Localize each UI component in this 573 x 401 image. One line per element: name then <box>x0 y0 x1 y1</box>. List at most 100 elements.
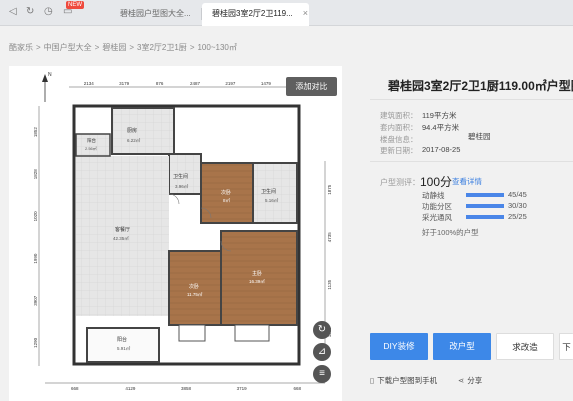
room-name: 卫生间 <box>261 188 276 195</box>
attr-label-update-date: 更新日期： <box>380 146 418 155</box>
dimension-labels-left: 1852 1828 1020 1990 3907 1290 <box>33 127 38 348</box>
compass-icon: N <box>42 72 52 102</box>
community-link[interactable]: 碧桂园 <box>468 131 491 142</box>
breadcrumb: 酷家乐 > 中国户型大全 > 碧桂园 >3室2厅2卫1厨 >100~130㎡ <box>9 42 237 53</box>
new-badge: NEW <box>66 1 84 9</box>
request-renovation-button[interactable]: 求改造 <box>496 333 554 360</box>
refresh-icon[interactable]: ↻ <box>26 6 34 18</box>
breadcrumb-item-area[interactable]: 100~130㎡ <box>197 43 236 52</box>
score-ranking-text: 好于100%的户型 <box>422 228 479 237</box>
room-name: 阳台 <box>87 137 96 144</box>
dimension-labels-top: 213431798762487219714793164 <box>84 81 307 86</box>
rotate-icon[interactable]: ↻ <box>313 321 331 339</box>
dimension-label: 1290 <box>33 337 38 348</box>
breadcrumb-separator: > <box>36 43 41 52</box>
dimension-label: 1828 <box>33 169 38 180</box>
dimension-labels-right: 1875473511351335 <box>327 184 332 337</box>
room-area: 8㎡ <box>223 197 231 203</box>
browser-tab-strip: ◁ ↻ ◷ ▭ NEW 碧桂园户型图大全...× 碧桂园3室2厅2卫119...… <box>0 0 573 26</box>
room-name: 客餐厅 <box>115 226 130 233</box>
floorplan-title: 碧桂园3室2厅2卫1厨119.00㎡户型图 <box>388 79 573 93</box>
dimension-label: 2487 <box>190 81 201 86</box>
dimension-label: 1875 <box>327 184 332 195</box>
metric-bar-fill <box>466 193 504 197</box>
share-icon: ⋖ <box>458 376 465 385</box>
metric-bar-fill <box>466 204 504 208</box>
room-master-bedroom: 主卧 16.39㎡ <box>220 230 298 326</box>
score-label: 户型测评： <box>380 178 420 187</box>
bay-window <box>178 324 206 342</box>
room-area: 16.39㎡ <box>249 278 265 284</box>
breadcrumb-separator: > <box>189 43 195 52</box>
compass-label: N <box>48 72 52 78</box>
breadcrumb-item-floorplans[interactable]: 中国户型大全 <box>44 43 92 52</box>
dimension-label: 668 <box>71 386 79 391</box>
score-value: 100分 <box>420 175 453 189</box>
metric-name: 功能分区 <box>422 202 452 211</box>
room-secondary-bedroom-2: 次卧 11.75㎡ <box>168 250 222 326</box>
tab-label: 碧桂园3室2厅2卫119... <box>212 9 293 18</box>
dimension-label: 3179 <box>119 81 130 86</box>
download-to-phone-link[interactable]: ▯ 下载户型图到手机 <box>370 375 437 386</box>
room-area: 42.35㎡ <box>113 235 129 241</box>
diy-renovate-button[interactable]: DIY装修 <box>370 333 428 360</box>
door-swing <box>168 193 180 205</box>
download-to-phone-label: 下载户型图到手机 <box>377 376 438 385</box>
room-area: 11.75㎡ <box>187 291 203 297</box>
add-compare-button[interactable]: 添加对比 <box>286 77 337 96</box>
back-icon[interactable]: ◁ <box>9 6 17 18</box>
metric-name: 采光通风 <box>422 213 452 222</box>
room-area: 5.16㎡ <box>265 197 279 203</box>
modify-floorplan-button[interactable]: 改户型 <box>433 333 491 360</box>
history-icon[interactable]: ◷ <box>44 6 53 18</box>
room-bathroom-2: 卫生间 5.16㎡ <box>252 162 298 224</box>
divider <box>370 161 573 162</box>
mirror-icon[interactable]: ⊿ <box>313 343 331 361</box>
dimension-label: 1852 <box>33 127 38 138</box>
attr-value-inner-area: 94.4平方米 <box>422 123 460 132</box>
room-balcony-main: 阳台 5.91㎡ <box>86 327 160 363</box>
dimension-label: 1135 <box>327 279 332 289</box>
download-button[interactable]: 下 <box>559 333 573 360</box>
score-detail-link[interactable]: 查看详情 <box>452 176 482 187</box>
room-name: 次卧 <box>189 283 199 290</box>
tab-current-floorplan[interactable]: 碧桂园3室2厅2卫119... × <box>202 3 309 26</box>
breadcrumb-item-layout[interactable]: 3室2厅2卫1厨 <box>137 43 187 52</box>
metric-bar <box>466 193 504 197</box>
dimension-label: 3719 <box>237 386 248 391</box>
attr-label-community: 楼盘信息： <box>380 135 418 144</box>
breadcrumb-item-home[interactable]: 酷家乐 <box>9 43 33 52</box>
room-balcony-small: 阳台 2.56㎡ <box>75 133 111 157</box>
attr-value-building-area: 119平方米 <box>422 111 457 120</box>
tab-label: 碧桂园户型图大全... <box>120 9 191 18</box>
tab-floorplan-list[interactable]: 碧桂园户型图大全...× <box>110 3 206 26</box>
room-area: 5.91㎡ <box>117 345 131 351</box>
share-link[interactable]: ⋖ 分享 <box>458 375 482 386</box>
room-name: 次卧 <box>221 189 231 196</box>
share-label: 分享 <box>467 376 483 385</box>
breadcrumb-item-community[interactable]: 碧桂园 <box>102 43 126 52</box>
dimension-label: 1990 <box>33 253 38 264</box>
metric-value: 25/25 <box>508 212 527 221</box>
dimension-label: 4129 <box>125 386 136 391</box>
divider <box>370 99 573 100</box>
room-name: 阳台 <box>117 336 127 343</box>
dimension-label: 1020 <box>33 211 38 222</box>
close-icon[interactable]: × <box>303 8 308 18</box>
attr-label-inner-area: 套内面积： <box>380 123 418 132</box>
dimension-label: 876 <box>156 81 164 86</box>
attr-value-update-date: 2017-08-25 <box>422 145 461 154</box>
room-area: 3.96㎡ <box>175 183 189 189</box>
room-name: 厨房 <box>127 127 137 134</box>
metric-bar-fill <box>466 215 504 219</box>
metric-value: 30/30 <box>508 201 527 210</box>
dimension-label: 668 <box>293 386 301 391</box>
floorplan-drawing: 213431798762487219714793164 668412938583… <box>33 72 332 391</box>
metric-value: 45/45 <box>508 190 527 199</box>
breadcrumb-separator: > <box>129 43 135 52</box>
dimension-label: 4735 <box>327 232 332 243</box>
dimension-label: 3907 <box>33 295 38 306</box>
dimension-label: 2134 <box>84 81 95 86</box>
phone-icon: ▯ <box>370 376 375 385</box>
measure-icon[interactable]: ≡ <box>313 365 331 383</box>
